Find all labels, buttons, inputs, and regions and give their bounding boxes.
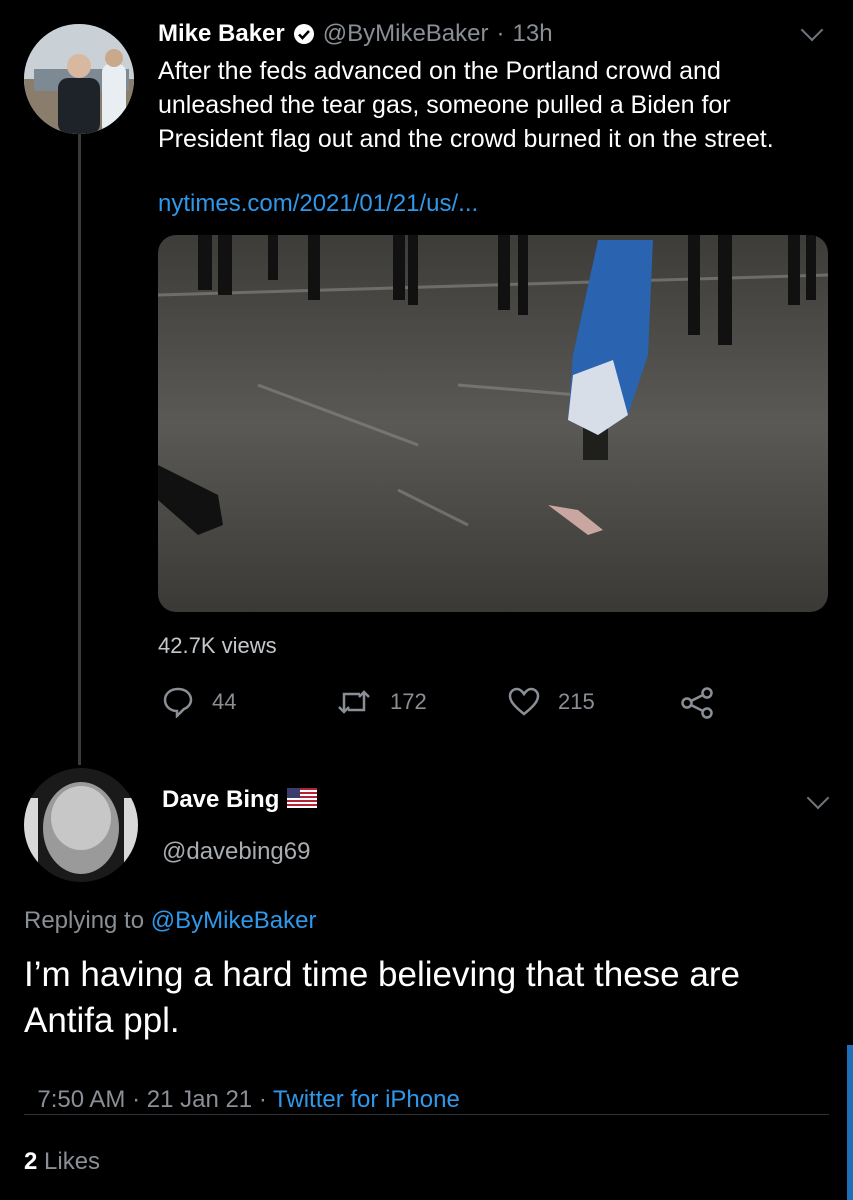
tweet-text: After the feds advanced on the Portland … [158, 57, 774, 153]
view-count: 42.7K views [158, 633, 277, 658]
reply-meta: 7:50 AM · 21 Jan 21 · Twitter for iPhone [24, 1058, 460, 1114]
replying-to-label: Replying to [24, 907, 145, 934]
reply-author-name[interactable]: Dave Bing [162, 786, 279, 814]
replying-to: Replying to @ByMikeBaker [24, 907, 317, 935]
heart-icon [508, 687, 540, 716]
tweet-time: 13h [512, 20, 553, 47]
reply-likes[interactable]: 2 Likes [24, 1148, 100, 1176]
retweet-count: 172 [390, 689, 427, 714]
reply-source[interactable]: Twitter for iPhone [273, 1086, 460, 1113]
reply-button[interactable]: 44 [162, 686, 236, 718]
reply-author-handle[interactable]: @davebing69 [162, 838, 310, 866]
reply-icon [163, 687, 193, 718]
reply-author-avatar[interactable] [24, 768, 138, 882]
us-flag-icon [287, 787, 318, 813]
author-name[interactable]: Mike Baker [158, 20, 285, 48]
retweet-icon [338, 690, 370, 714]
separator-dot: · [496, 20, 505, 47]
replying-to-handle[interactable]: @ByMikeBaker [151, 907, 317, 934]
like-button[interactable]: 215 [508, 686, 595, 718]
thread-connector-line [78, 130, 81, 765]
reply-avatar-photo [24, 768, 138, 882]
chevron-down-icon[interactable] [806, 786, 830, 810]
verified-badge-icon [293, 23, 315, 45]
tweet-header: Mike Baker @ByMikeBaker · 13h [158, 20, 553, 48]
author-avatar[interactable] [24, 24, 134, 134]
share-button[interactable] [680, 686, 714, 725]
reply-likes-count: 2 [24, 1148, 38, 1175]
chevron-down-icon[interactable] [800, 18, 824, 42]
video-frame [158, 235, 828, 612]
divider [24, 1114, 829, 1115]
share-icon [681, 687, 713, 719]
reply-count: 44 [212, 689, 237, 714]
reply-timestamp: 7:50 AM · 21 Jan 21 · [37, 1086, 274, 1113]
author-handle[interactable]: @ByMikeBaker [323, 20, 489, 48]
reply-text: I’m having a hard time believing that th… [24, 955, 740, 1040]
tweet-link[interactable]: nytimes.com/2021/01/21/us/... [158, 190, 478, 218]
like-count: 215 [558, 689, 595, 714]
reply-likes-label: Likes [44, 1148, 101, 1175]
retweet-button[interactable]: 172 [336, 686, 427, 718]
reply-header: Dave Bing [162, 786, 318, 814]
scroll-indicator[interactable] [847, 1045, 853, 1200]
tweet-media-video[interactable] [158, 235, 828, 612]
avatar-photo [24, 24, 134, 134]
